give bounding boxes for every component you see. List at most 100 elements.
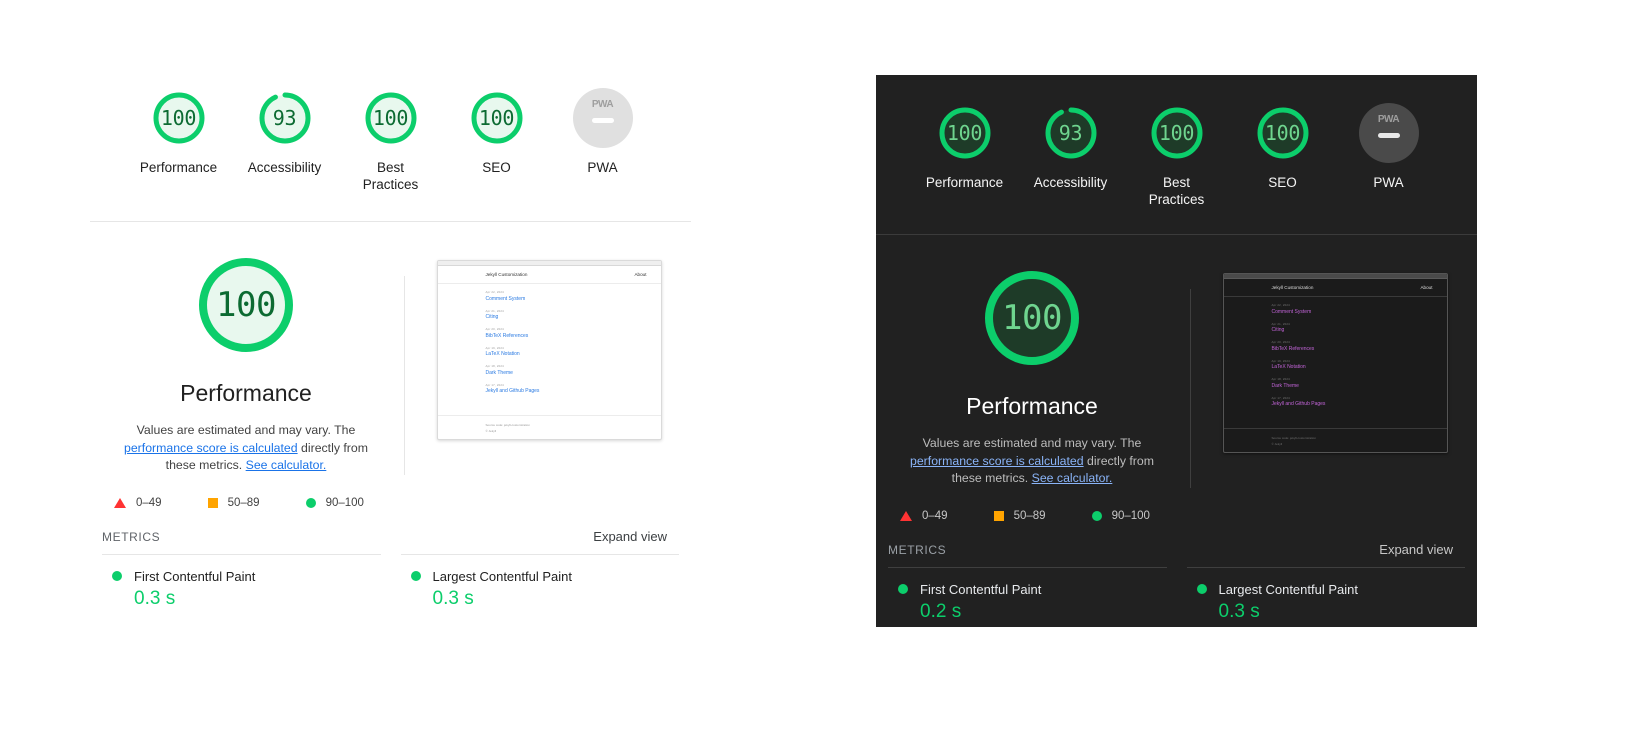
gauge-ring-performance: 100 (935, 103, 995, 163)
category-body-light: 100 Performance Values are estimated and… (90, 222, 691, 475)
thumb-site-nav: Jekyll Customization About (1223, 279, 1447, 297)
metric-item-lcp-dark[interactable]: Largest Contentful Paint 0.3 s (1186, 566, 1466, 623)
thumb-post-date: Apr 18, 2024 (1271, 377, 1290, 381)
metrics-grid-dark: First Contentful Paint 0.2 s Largest Con… (876, 566, 1477, 623)
thumb-footer-source: Source code: jekyll-customization (485, 423, 531, 427)
category-description-light: Values are estimated and may vary. The p… (117, 422, 375, 475)
metric-name-fcp: First Contentful Paint (920, 581, 1042, 597)
see-calculator-link[interactable]: See calculator. (246, 458, 327, 472)
gauge-ring-seo: 100 (467, 88, 527, 148)
gauge-label-accessibility: Accessibility (1033, 175, 1108, 190)
page-screenshot-thumbnail-light[interactable]: Jekyll Customization About Apr 22, 2024 … (436, 260, 662, 440)
thumb-post-title: Jekyll and Github Pages (485, 388, 540, 394)
metric-name-lcp: Largest Contentful Paint (1218, 581, 1358, 597)
thumb-footer-source: Source code: jekyll-customization (1271, 436, 1317, 440)
thumb-post-item: Apr 19, 2024 LaTeX Notation (1272, 359, 1433, 371)
legend-item-average: 50–89 (993, 510, 1046, 522)
metric-item-lcp-light[interactable]: Largest Contentful Paint 0.3 s (400, 553, 679, 610)
metrics-section-title: METRICS (888, 542, 947, 557)
metric-name-fcp: First Contentful Paint (134, 568, 256, 584)
thumb-post-item: Apr 21, 2024 Citing (486, 309, 647, 321)
screenshot-thumb-wrap-light: Jekyll Customization About Apr 22, 2024 … (417, 252, 681, 475)
metric-row: First Contentful Paint (102, 569, 381, 584)
gauge-ring-seo: 100 (1253, 103, 1313, 163)
thumb-post-title: Jekyll and Github Pages (1271, 401, 1326, 407)
thumb-post-date: Apr 19, 2024 (1271, 358, 1290, 363)
legend-range-fail: 0–49 (136, 496, 162, 509)
circle-pass-icon (1196, 584, 1207, 594)
legend-item-pass: 90–100 (305, 497, 364, 509)
category-summary-dark: 100 Performance Values are estimated and… (886, 265, 1178, 488)
thumb-post-date: Apr 22, 2024 (1271, 303, 1290, 307)
category-description-dark: Values are estimated and may vary. The p… (903, 435, 1161, 488)
gauge-score-best-practices: 100 (1158, 121, 1195, 145)
gauge-pwa[interactable]: PWA PWA (1353, 103, 1425, 191)
metric-row: Largest Contentful Paint (1187, 582, 1466, 597)
pwa-badge-icon: PWA (1358, 103, 1419, 163)
thumb-post-date: Apr 21, 2024 (1271, 321, 1290, 326)
thumb-site-footer: Source code: jekyll-customization © Jeky… (437, 415, 661, 439)
gauge-accessibility[interactable]: 93 Accessibility (248, 88, 321, 176)
thumb-post-date: Apr 19, 2024 (485, 345, 504, 350)
pwa-badge-icon: PWA (572, 88, 633, 148)
gauge-score-accessibility: 93 (272, 106, 297, 130)
gauge-label-seo: SEO (1268, 175, 1297, 190)
circle-pass-icon (305, 497, 316, 508)
gauge-seo[interactable]: 100 SEO (461, 88, 533, 176)
gauge-label-pwa: PWA (587, 160, 618, 175)
pwa-dash-icon (1377, 133, 1400, 138)
gauge-performance[interactable]: 100 Performance (140, 88, 217, 176)
gauge-score-performance: 100 (946, 121, 983, 145)
expand-view-toggle-dark[interactable]: Expand view (1379, 542, 1453, 557)
gauge-score-seo: 100 (478, 106, 515, 130)
performance-score-link[interactable]: performance score is calculated (124, 441, 298, 455)
performance-big-score: 100 (216, 285, 276, 325)
gauge-pwa[interactable]: PWA PWA (567, 88, 639, 176)
gauge-best-practices[interactable]: 100 Best Practices (355, 88, 427, 193)
see-calculator-link[interactable]: See calculator. (1032, 471, 1113, 485)
thumb-post-title: LaTeX Notation (1271, 364, 1306, 370)
thumb-post-list: Apr 22, 2024 Comment System Apr 21, 2024… (1224, 297, 1447, 407)
metric-value-lcp: 0.3 s (1218, 600, 1260, 622)
lighthouse-report-light: 100 Performance 93 Accessibility 100 Bes… (90, 60, 691, 628)
metric-name-lcp: Largest Contentful Paint (432, 568, 572, 584)
gauge-ring-best-practices: 100 (1147, 103, 1207, 163)
metrics-grid-light: First Contentful Paint 0.3 s Largest Con… (90, 553, 691, 610)
thumb-post-date: Apr 21, 2024 (485, 308, 504, 313)
desc-text-1: Values are estimated and may vary. The (922, 436, 1142, 450)
gauge-best-practices[interactable]: 100 Best Practices (1141, 103, 1213, 208)
performance-score-link[interactable]: performance score is calculated (910, 454, 1084, 468)
gauge-ring-accessibility: 93 (255, 88, 315, 148)
circle-pass-icon (410, 571, 421, 581)
metric-item-fcp-dark[interactable]: First Contentful Paint 0.2 s (888, 566, 1167, 623)
metric-item-fcp-light[interactable]: First Contentful Paint 0.3 s (102, 553, 381, 610)
page-screenshot-thumbnail-dark[interactable]: Jekyll Customization About Apr 22, 2024 … (1222, 273, 1448, 453)
gauge-label-performance: Performance (925, 175, 1004, 190)
gauge-seo[interactable]: 100 SEO (1247, 103, 1319, 191)
thumb-post-item: Apr 22, 2024 Comment System (1272, 303, 1433, 315)
score-legend-dark: 0–49 50–89 90–100 (876, 488, 1477, 522)
category-title-light: Performance (180, 380, 312, 406)
gauge-label-best-practices: Best Practices (362, 160, 419, 192)
lighthouse-report-dark: 100 Performance 93 Accessibility 100 Bes… (876, 75, 1477, 627)
thumb-site-title: Jekyll Customization (1271, 285, 1314, 290)
expand-view-toggle-light[interactable]: Expand view (593, 529, 667, 544)
square-average-icon (207, 497, 218, 508)
thumb-site-nav: Jekyll Customization About (437, 266, 661, 284)
score-legend-light: 0–49 50–89 90–100 (90, 475, 691, 509)
thumb-post-title: LaTeX Notation (485, 351, 520, 357)
gauge-performance[interactable]: 100 Performance (925, 103, 1004, 191)
thumb-post-title: Dark Theme (1271, 382, 1299, 389)
performance-big-gauge[interactable]: 100 (979, 265, 1085, 371)
metric-value-fcp: 0.2 s (920, 600, 962, 622)
category-divider-light (404, 276, 405, 475)
metrics-header-light: METRICS Expand view (90, 509, 691, 544)
thumb-post-date: Apr 17, 2024 (1271, 395, 1290, 400)
gauge-accessibility[interactable]: 93 Accessibility (1033, 103, 1108, 191)
score-gauges-dark: 100 Performance 93 Accessibility 100 Bes… (876, 75, 1477, 235)
thumb-post-item: Apr 18, 2024 Dark Theme (1272, 377, 1433, 389)
thumb-post-item: Apr 18, 2024 Dark Theme (486, 364, 647, 376)
performance-big-gauge[interactable]: 100 (193, 252, 299, 358)
thumb-footer-copyright: © Jekyll (1271, 442, 1283, 446)
thumb-post-title: Citing (1271, 327, 1285, 333)
